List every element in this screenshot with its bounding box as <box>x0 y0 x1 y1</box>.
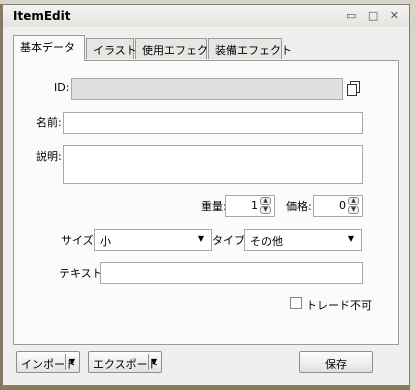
weight-label: 重量: <box>201 200 227 213</box>
chevron-down-icon[interactable]: ▼ <box>151 357 157 366</box>
text-input[interactable] <box>100 262 363 284</box>
window-controls[interactable]: ▭ □ ✕ <box>346 9 403 22</box>
price-down-icon[interactable]: ▼ <box>348 206 359 214</box>
chevron-down-icon: ▼ <box>347 234 354 243</box>
tab-use-effect[interactable]: 使用エフェクト <box>135 38 219 59</box>
size-label: サイズ: <box>61 234 98 247</box>
name-input[interactable] <box>63 112 363 134</box>
background-app-edge <box>410 0 416 390</box>
size-select[interactable]: 小 ▼ <box>94 229 212 251</box>
chevron-down-icon[interactable]: ▼ <box>69 357 75 366</box>
name-label: 名前: <box>36 116 62 129</box>
id-field <box>71 78 343 100</box>
no-trade-label[interactable]: トレード不可 <box>306 297 372 313</box>
price-label: 価格: <box>286 200 312 213</box>
no-trade-checkbox[interactable] <box>290 297 302 309</box>
type-select[interactable]: その他 ▼ <box>244 229 362 251</box>
title-bar[interactable]: ItemEdit ▭ □ ✕ <box>3 5 409 27</box>
weight-down-icon[interactable]: ▼ <box>260 206 271 214</box>
chevron-down-icon: ▼ <box>197 234 204 243</box>
tab-equip-effect[interactable]: 装備エフェクト <box>208 38 292 59</box>
weight-up-icon[interactable]: ▲ <box>260 197 271 205</box>
item-edit-window: ItemEdit ▭ □ ✕ 基本データ イラスト 使用エフェクト 装備エフェク… <box>2 4 410 386</box>
tab-panel: ID: 名前: 説明: 重量: 1 ▲ ▼ 価格: 0 ▲ ▼ サイズ: 小 ▼… <box>13 60 399 345</box>
save-button[interactable]: 保存 <box>299 351 373 373</box>
description-label: 説明: <box>36 150 62 163</box>
id-label: ID: <box>54 81 70 94</box>
tab-basic-data[interactable]: 基本データ <box>13 35 85 61</box>
copy-icon[interactable] <box>347 81 360 99</box>
import-label: インポート <box>21 358 76 371</box>
import-button[interactable]: インポート ▼ <box>16 351 80 373</box>
type-value: その他 <box>250 235 283 248</box>
price-up-icon[interactable]: ▲ <box>348 197 359 205</box>
size-value: 小 <box>100 235 111 248</box>
export-button[interactable]: エクスポート ▼ <box>88 351 162 373</box>
window-title: ItemEdit <box>13 9 71 23</box>
description-textarea[interactable] <box>63 145 363 184</box>
tab-illustration[interactable]: イラスト <box>86 38 137 59</box>
